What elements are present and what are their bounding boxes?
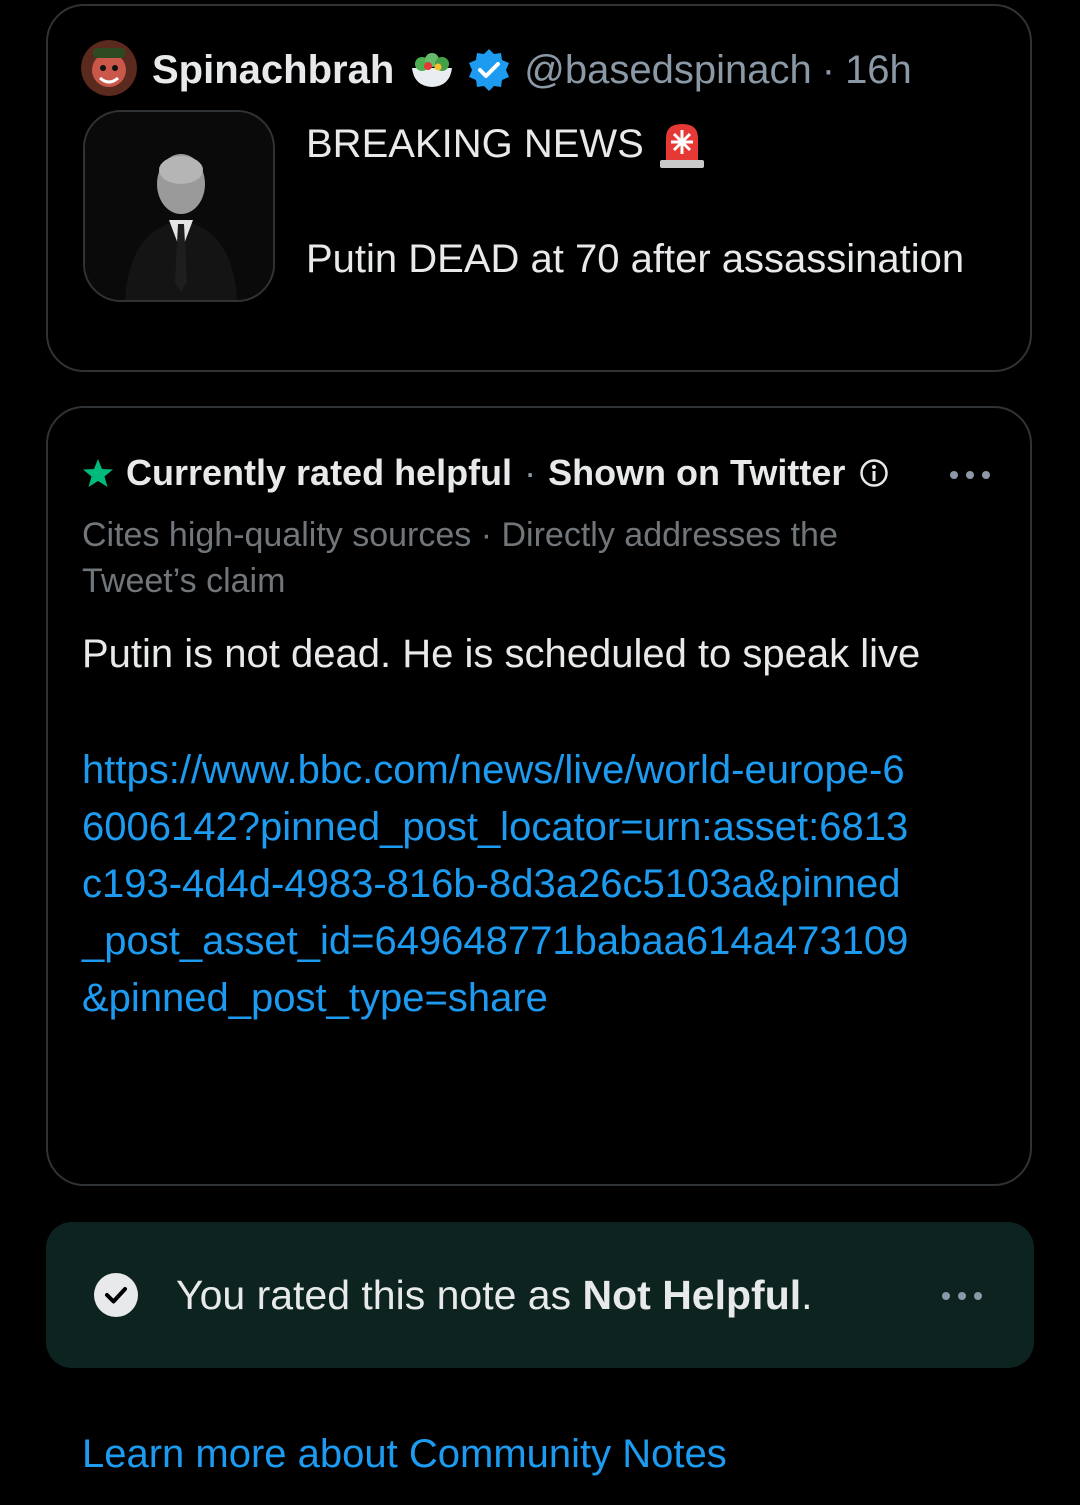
note-source-link[interactable]: https://www.bbc.com/news/live/world-euro… [82, 742, 912, 1027]
note-status: Currently rated helpful [126, 452, 513, 493]
info-icon[interactable] [859, 458, 889, 488]
star-icon [82, 457, 114, 489]
note-shown-on: Shown on Twitter [548, 452, 846, 493]
note-body: Putin is not dead. He is scheduled to sp… [82, 632, 921, 676]
rating-prefix: You rated this note as [176, 1272, 583, 1318]
rating-suffix: . [801, 1272, 813, 1318]
tweet-card[interactable]: Spinachbrah @basedspinach · 16h BREAKING… [46, 4, 1032, 372]
community-note-card: Currently rated helpful · Shown on Twitt… [46, 406, 1032, 1186]
tweet-image[interactable] [83, 110, 275, 302]
tweet-text: BREAKING NEWS Putin DEAD at 70 after ass… [306, 116, 1006, 288]
note-reasons: Cites high-quality sources · Directly ad… [82, 516, 838, 600]
tweet-header: Spinachbrah @basedspinach · 16h [152, 42, 912, 98]
note-header: Currently rated helpful · Shown on Twitt… [82, 448, 889, 498]
display-name[interactable]: Spinachbrah [152, 48, 394, 93]
handle[interactable]: @basedspinach [524, 48, 811, 93]
tweet-body: Putin DEAD at 70 after assassination [306, 237, 965, 281]
separator: · [524, 452, 537, 493]
avatar[interactable] [81, 40, 137, 96]
rating-bar: You rated this note as Not Helpful. [46, 1222, 1034, 1368]
learn-more-link[interactable]: Learn more about Community Notes [82, 1426, 727, 1482]
more-icon[interactable] [940, 1289, 984, 1301]
siren-icon [656, 120, 708, 170]
rating-text: You rated this note as Not Helpful. [176, 1266, 813, 1324]
check-circle-icon [94, 1273, 138, 1317]
tweet-headline: BREAKING NEWS [306, 122, 644, 166]
timestamp[interactable]: 16h [845, 48, 912, 93]
rating-value: Not Helpful [582, 1272, 802, 1318]
separator: · [821, 47, 836, 92]
verified-badge-icon[interactable] [466, 47, 512, 93]
salad-icon [408, 50, 456, 90]
more-icon[interactable] [948, 468, 992, 480]
